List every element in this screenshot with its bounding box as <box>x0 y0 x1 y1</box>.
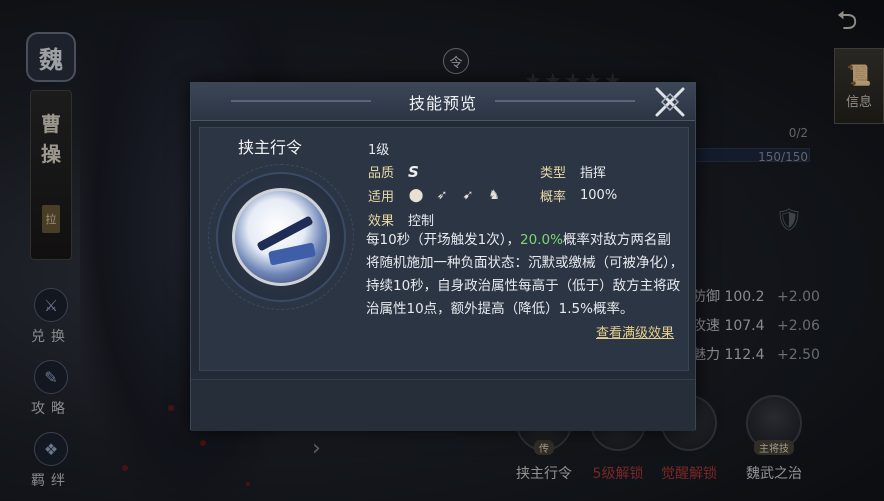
quality-label: 品质 <box>368 166 395 181</box>
header-ornament <box>231 100 371 102</box>
rate-row: 概率 100% <box>540 186 617 205</box>
desc-text: 每10秒（开场触发1次）， <box>366 232 521 248</box>
spear-troop-icon: ➹ <box>462 188 474 203</box>
applies-label: 适用 <box>368 190 395 205</box>
header-ornament <box>495 100 635 102</box>
rate-value: 100% <box>580 188 618 203</box>
view-max-level-link[interactable]: 查看满级效果 <box>596 322 674 341</box>
rate-label: 概率 <box>540 190 567 205</box>
skill-name: 挟主行令 <box>238 138 303 157</box>
bow-troop-icon: ➶ <box>436 188 448 203</box>
type-value: 指挥 <box>580 166 607 181</box>
cavalry-troop-icon: ♞ <box>488 188 500 203</box>
modal-header: 技能预览 <box>191 83 695 121</box>
effect-row: 效果 控制 <box>368 210 434 229</box>
modal-title: 技能预览 <box>408 93 477 113</box>
troop-icons: ⬤ ➶ ➹ ♞ <box>408 188 502 204</box>
type-label: 类型 <box>540 166 567 181</box>
modal-body: 挟主行令 1级 品质 S 类型 指挥 适用 ⬤ ➶ ➹ ♞ 概率 100% 效果… <box>199 127 689 371</box>
effect-value: 控制 <box>408 214 435 229</box>
type-row: 类型 指挥 <box>540 162 606 181</box>
effect-label: 效果 <box>368 214 395 229</box>
skill-description: 每10秒（开场触发1次），20.0%概率对敌方两名副将随机施加一种负面状态：沉默… <box>366 229 684 321</box>
quality-value: S <box>408 162 419 181</box>
close-button[interactable] <box>649 81 691 123</box>
shield-troop-icon: ⬤ <box>408 188 424 203</box>
slash-mark <box>268 242 316 266</box>
applies-row: 适用 ⬤ ➶ ➹ ♞ <box>368 186 502 205</box>
skill-level: 1级 <box>368 143 390 158</box>
skill-icon <box>232 188 330 286</box>
modal-footer <box>191 379 695 431</box>
skill-preview-modal: 技能预览 挟主行令 1级 品质 S 类型 指挥 适用 ⬤ ➶ ➹ ♞ 概率 10… <box>190 82 696 431</box>
quality-row: 品质 S <box>368 162 419 182</box>
close-icon <box>655 87 685 117</box>
desc-highlight: 20.0% <box>520 232 563 248</box>
